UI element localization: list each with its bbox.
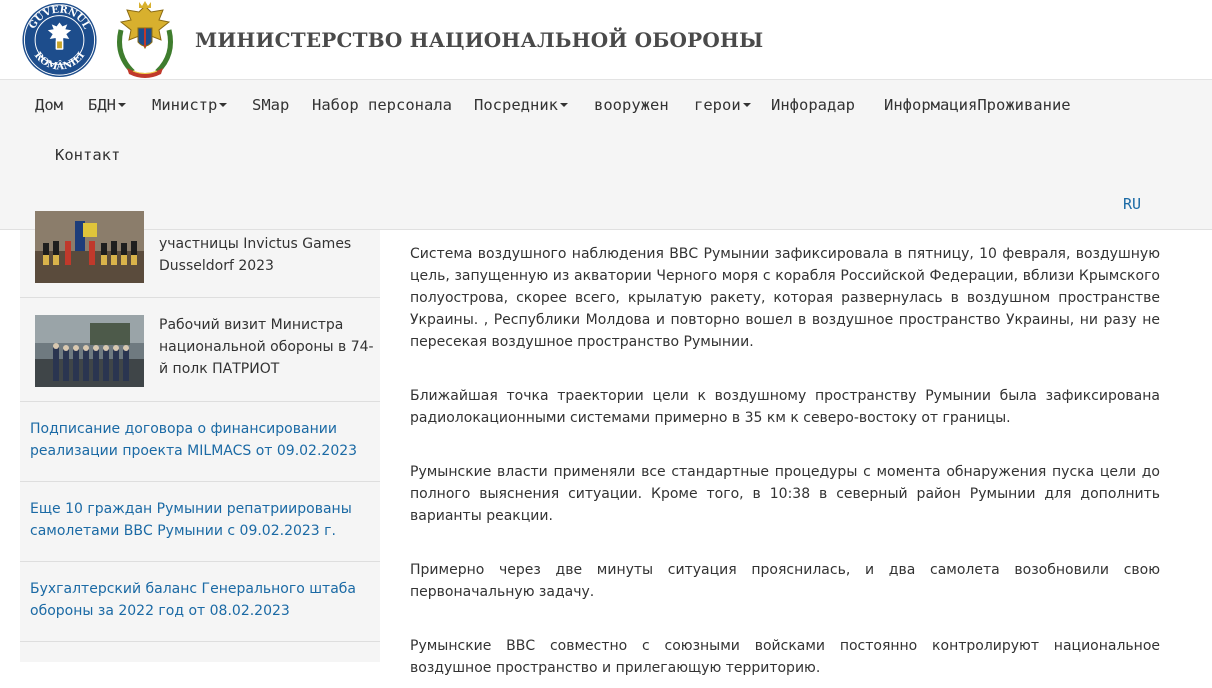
site-header: GUVERNUL ROMÂNIEI МИНИСТЕРСТВО НАЦИОНАЛЬ… (0, 0, 1212, 80)
nav-item-home[interactable]: Дом (35, 96, 63, 114)
nav-item-bdn[interactable]: БДН (88, 96, 126, 114)
news-item[interactable]: участницы Invictus Games Dusseldorf 2023 (20, 211, 380, 298)
nav-item-heroes[interactable]: герои (694, 96, 751, 114)
nav-label: ИнформацияПроживание (884, 96, 1071, 114)
caret-down-icon (742, 102, 751, 107)
news-item[interactable]: Еще 10 граждан Румынии репатриированы са… (20, 482, 380, 562)
news-link[interactable]: Еще 10 граждан Румынии репатриированы са… (30, 498, 360, 542)
nav-label: Посредник (474, 96, 558, 114)
nav-label: БДН (88, 96, 116, 114)
nav-item-mediator[interactable]: Посредник (474, 96, 568, 114)
nav-item-smap[interactable]: SMap (252, 96, 289, 114)
news-thumbnail-image[interactable] (35, 211, 144, 283)
nav-item-recruitment[interactable]: Набор персонала (312, 96, 452, 114)
language-switcher[interactable]: RU (1123, 195, 1141, 213)
ministry-coat-of-arms-logo[interactable] (111, 0, 179, 80)
nav-item-inforadar[interactable]: Инфорадар (771, 96, 855, 114)
news-item[interactable]: Бухгалтерский баланс Генерального штаба … (20, 562, 380, 642)
nav-label: герои (694, 96, 741, 114)
nav-label: Дом (35, 96, 63, 114)
news-title[interactable]: Рабочий визит Министра национальной обор… (159, 314, 374, 380)
nav-label: Инфорадар (771, 96, 855, 114)
main-navbar: Дом БДН Министр SMap Набор персонала Пос… (0, 80, 1212, 230)
caret-down-icon (118, 102, 126, 107)
news-item[interactable]: Подписание договора о финансировании реа… (20, 402, 380, 482)
article-paragraph: Ближайшая точка траектории цели к воздуш… (410, 388, 1160, 426)
article-paragraph: Румынские власти применяли все стандартн… (410, 464, 1160, 524)
news-link[interactable]: Бухгалтерский баланс Генерального штаба … (30, 578, 360, 622)
article-body: Система воздушного наблюдения ВВС Румыни… (410, 243, 1160, 688)
nav-label: SMap (252, 96, 290, 114)
nav-label: вооружен (594, 96, 669, 114)
news-link[interactable]: Подписание договора о финансировании реа… (30, 418, 360, 462)
nav-item-info-living[interactable]: ИнформацияПроживание (884, 96, 1071, 114)
nav-item-contact[interactable]: Контакт (55, 146, 120, 164)
nav-item-minister[interactable]: Министр (152, 96, 228, 114)
site-title[interactable]: МИНИСТЕРСТВО НАЦИОНАЛЬНОЙ ОБОРОНЫ (195, 28, 763, 52)
caret-down-icon (560, 102, 568, 107)
news-sidebar: участницы Invictus Games Dusseldorf 2023… (20, 211, 380, 662)
article-paragraph: Румынские ВВС совместно с союзными войск… (410, 638, 1160, 676)
nav-label: Набор персонала (312, 96, 452, 114)
nav-item-armed[interactable]: вооружен (594, 96, 669, 114)
news-title[interactable]: участницы Invictus Games Dusseldorf 2023 (159, 233, 369, 277)
article-paragraph: Примерно через две минуты ситуация прояс… (410, 562, 1160, 600)
nav-label: Контакт (55, 146, 121, 164)
romanian-government-logo[interactable]: GUVERNUL ROMÂNIEI (20, 1, 99, 79)
news-thumbnail-image[interactable] (35, 315, 144, 387)
nav-label: Министр (152, 96, 218, 114)
caret-down-icon (219, 102, 228, 107)
news-item[interactable]: Рабочий визит Министра национальной обор… (20, 298, 380, 402)
article-paragraph: Система воздушного наблюдения ВВС Румыни… (410, 246, 1160, 350)
